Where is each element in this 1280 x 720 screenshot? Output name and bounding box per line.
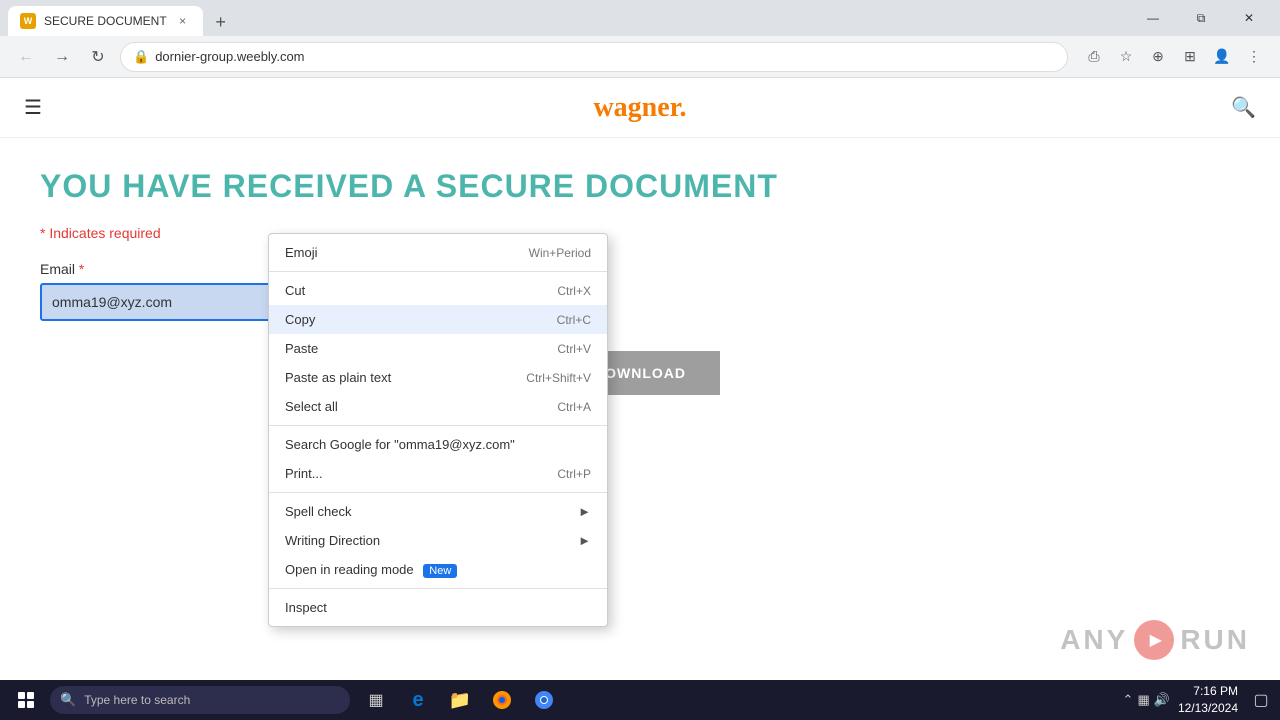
taskbar: 🔍 Type here to search ▦ e 📁 <box>0 680 1280 720</box>
favorites-icon[interactable]: ☆ <box>1112 43 1140 71</box>
profile-icon[interactable]: 👤 <box>1208 43 1236 71</box>
tray-expand-icon[interactable]: ⌃ <box>1123 692 1134 708</box>
clock-date: 12/13/2024 <box>1178 700 1238 717</box>
site-logo: wagner. <box>593 92 686 124</box>
menu-item-paste[interactable]: Paste Ctrl+V <box>269 334 607 363</box>
menu-item-spell-check[interactable]: Spell check ► <box>269 497 607 526</box>
site-header: ☰ wagner. 🔍 <box>0 78 1280 138</box>
site-search-icon[interactable]: 🔍 <box>1231 95 1256 120</box>
minimize-button[interactable]: — <box>1130 2 1176 34</box>
task-view-button[interactable]: ▦ <box>356 680 396 720</box>
browser-frame: W SECURE DOCUMENT × + — ⧉ ✕ ← → ↻ 🔒 dorn… <box>0 0 1280 720</box>
menu-item-copy[interactable]: Copy Ctrl+C <box>269 305 607 334</box>
menu-item-emoji[interactable]: Emoji Win+Period <box>269 238 607 267</box>
share-icon[interactable]: ⎙ <box>1080 43 1108 71</box>
taskbar-chrome-icon[interactable] <box>524 680 564 720</box>
email-label: Email * <box>40 261 1240 277</box>
taskbar-apps: ▦ e 📁 <box>356 680 564 720</box>
back-button[interactable]: ← <box>12 43 40 71</box>
split-view-icon[interactable]: ⊞ <box>1176 43 1204 71</box>
tab-title: SECURE DOCUMENT <box>44 14 167 28</box>
watermark-text-right: RUN <box>1180 624 1250 656</box>
taskbar-right: ⌃ ▦ 🔊 7:16 PM 12/13/2024 ▢ <box>1123 680 1276 720</box>
tray-volume-icon[interactable]: 🔊 <box>1154 692 1170 708</box>
watermark: ANY RUN <box>1060 620 1250 660</box>
extensions-icon[interactable]: ⊕ <box>1144 43 1172 71</box>
menu-item-select-all[interactable]: Select all Ctrl+A <box>269 392 607 421</box>
system-clock[interactable]: 7:16 PM 12/13/2024 <box>1178 683 1238 717</box>
reload-button[interactable]: ↻ <box>84 43 112 71</box>
watermark-play-icon <box>1134 620 1174 660</box>
menu-separator-1 <box>269 271 607 272</box>
url-bar[interactable]: 🔒 dornier-group.weebly.com <box>120 42 1068 72</box>
taskbar-folder-icon[interactable]: 📁 <box>440 680 480 720</box>
tab-favicon: W <box>20 13 36 29</box>
menu-item-paste-plain[interactable]: Paste as plain text Ctrl+Shift+V <box>269 363 607 392</box>
toolbar-icons: ⎙ ☆ ⊕ ⊞ 👤 ⋮ <box>1080 43 1268 71</box>
menu-item-writing-direction[interactable]: Writing Direction ► <box>269 526 607 555</box>
address-bar: ← → ↻ 🔒 dornier-group.weebly.com ⎙ ☆ ⊕ ⊞… <box>0 36 1280 78</box>
taskbar-search-bar[interactable]: 🔍 Type here to search <box>50 686 350 714</box>
title-bar: W SECURE DOCUMENT × + — ⧉ ✕ <box>0 0 1280 36</box>
windows-icon <box>18 692 34 708</box>
menu-item-reading-mode[interactable]: Open in reading mode New <box>269 555 607 584</box>
taskbar-search-text: Type here to search <box>84 693 190 707</box>
required-star: * <box>79 261 84 277</box>
tab-area: W SECURE DOCUMENT × + <box>8 0 235 36</box>
new-tab-button[interactable]: + <box>207 8 235 36</box>
clock-time: 7:16 PM <box>1178 683 1238 700</box>
lock-icon: 🔒 <box>133 49 149 65</box>
menu-separator-2 <box>269 425 607 426</box>
website-content: ☰ wagner. 🔍 YOU HAVE RECEIVED A SECURE D… <box>0 78 1280 680</box>
watermark-text-left: ANY <box>1060 624 1128 656</box>
email-form-group: Email * <box>40 261 1240 321</box>
tray-network-icon[interactable]: ▦ <box>1137 692 1149 708</box>
context-menu: Emoji Win+Period Cut Ctrl+X Copy Ctrl+C … <box>268 233 608 627</box>
taskbar-search-icon: 🔍 <box>60 692 76 708</box>
taskbar-edge-icon[interactable]: e <box>398 680 438 720</box>
window-controls: — ⧉ ✕ <box>1130 2 1272 34</box>
menu-separator-4 <box>269 588 607 589</box>
new-badge: New <box>423 564 457 578</box>
menu-icon[interactable]: ⋮ <box>1240 43 1268 71</box>
taskbar-firefox-icon[interactable] <box>482 680 522 720</box>
menu-item-inspect[interactable]: Inspect <box>269 593 607 622</box>
forward-button[interactable]: → <box>48 43 76 71</box>
notification-button[interactable]: ▢ <box>1246 680 1276 720</box>
url-text: dornier-group.weebly.com <box>155 49 1055 64</box>
close-button[interactable]: ✕ <box>1226 2 1272 34</box>
active-tab[interactable]: W SECURE DOCUMENT × <box>8 6 203 36</box>
menu-item-cut[interactable]: Cut Ctrl+X <box>269 276 607 305</box>
tray-icons: ⌃ ▦ 🔊 <box>1123 692 1170 708</box>
maximize-button[interactable]: ⧉ <box>1178 2 1224 34</box>
menu-item-print[interactable]: Print... Ctrl+P <box>269 459 607 488</box>
menu-separator-3 <box>269 492 607 493</box>
start-button[interactable] <box>4 680 48 720</box>
tab-close-button[interactable]: × <box>175 13 191 29</box>
hamburger-menu[interactable]: ☰ <box>24 95 42 120</box>
indicates-required-text: * Indicates required <box>40 225 1240 241</box>
page-title: YOU HAVE RECEIVED A SECURE DOCUMENT <box>40 168 1240 205</box>
page-body: YOU HAVE RECEIVED A SECURE DOCUMENT * In… <box>0 138 1280 455</box>
menu-item-search-google[interactable]: Search Google for "omma19@xyz.com" <box>269 430 607 459</box>
